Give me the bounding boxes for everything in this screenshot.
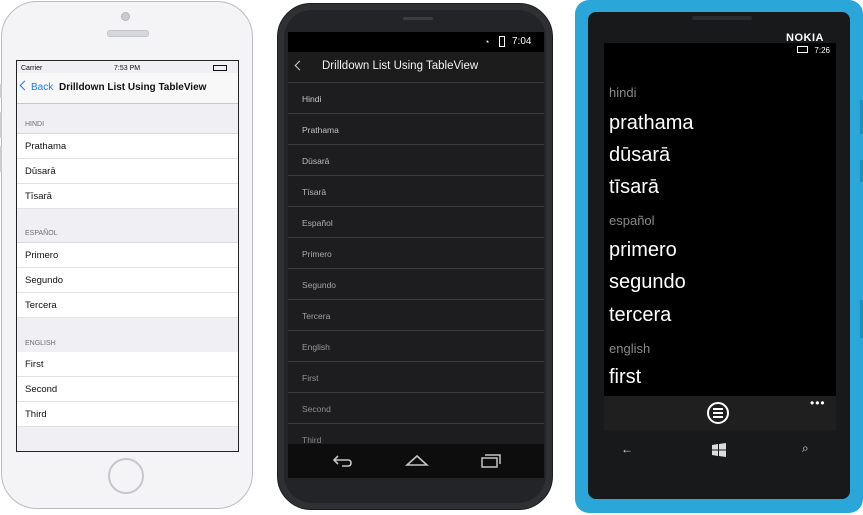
group-header-english: english (609, 341, 651, 356)
table-row[interactable]: Segundo (17, 268, 238, 293)
list-item-label: Tercera (302, 311, 331, 321)
battery-icon (797, 46, 809, 53)
android-action-bar: Drilldown List Using TableView (288, 52, 544, 83)
table-row[interactable]: Tīsarā (17, 184, 238, 209)
row-label: Third (25, 409, 47, 420)
list-item-label: Dūsarā (302, 156, 330, 166)
row-label: Segundo (25, 275, 64, 286)
row-label: Primero (25, 250, 59, 261)
page-title: Drilldown List Using TableView (322, 60, 479, 72)
list-item[interactable]: segundo (609, 271, 686, 294)
ios-navigation-bar: Back Drilldown List Using TableView (17, 73, 238, 104)
section-header-hindi: HINDI (25, 121, 45, 128)
table-row[interactable]: Prathama (17, 134, 238, 159)
back-icon[interactable] (332, 452, 354, 468)
windows-start-icon[interactable] (712, 443, 726, 457)
list-item[interactable]: Primero (288, 238, 544, 269)
table-row[interactable]: Tercera (17, 293, 238, 318)
list-item[interactable]: Hindi (288, 83, 544, 114)
list-item-label: Tīsarā (302, 187, 327, 197)
list-item[interactable]: Tercera (288, 300, 544, 331)
status-time: 7:04 (512, 36, 532, 47)
row-label: First (25, 359, 44, 370)
list-item[interactable]: Second (288, 393, 544, 424)
list-item[interactable]: First (288, 362, 544, 393)
chevron-left-icon (19, 80, 30, 91)
status-time: 7:26 (814, 46, 830, 55)
wifi-icon: ◔ (484, 37, 490, 47)
group-header-hindi: hindi (609, 85, 637, 100)
iphone-front-camera (121, 12, 130, 21)
table-row[interactable]: Second (17, 377, 238, 402)
wp-status-bar: 7:26 (797, 46, 830, 55)
list-item[interactable]: tercera (609, 304, 671, 327)
battery-icon (499, 36, 505, 47)
android-earpiece (403, 17, 433, 20)
list-item-label: Prathama (302, 125, 339, 135)
android-screen: ◔ 7:04 Drilldown List Using TableView Hi… (288, 32, 544, 478)
list-item[interactable]: Español (288, 207, 544, 238)
iphone-volume-down (0, 146, 2, 172)
list-item-label: Segundo (302, 280, 337, 290)
back-button-label: Back (31, 82, 54, 93)
list-item-label: First (302, 373, 319, 383)
row-label: Second (25, 384, 58, 395)
lumia-earpiece (692, 16, 752, 20)
list-item[interactable]: prathama (609, 112, 694, 135)
wp-application-bar: ••• (604, 396, 836, 430)
list-item[interactable]: Segundo (288, 269, 544, 300)
iphone-volume-up (0, 112, 2, 138)
list-item[interactable]: English (288, 331, 544, 362)
status-time: 7:53 PM (114, 65, 141, 72)
list-item[interactable]: dūsarā (609, 144, 670, 167)
row-label: Prathama (25, 141, 67, 152)
hardware-back-icon[interactable]: ← (621, 442, 633, 456)
battery-icon (213, 65, 227, 71)
list-item[interactable]: tīsarā (609, 176, 659, 199)
chevron-left-icon[interactable] (294, 60, 305, 71)
page-title: Drilldown List Using TableView (59, 82, 207, 93)
iphone-earpiece (107, 30, 149, 37)
section-header-espanol: ESPAÑOL (25, 230, 58, 237)
list-item-label: Primero (302, 249, 332, 259)
table-row[interactable]: Third (17, 402, 238, 427)
list-item[interactable]: Tīsarā (288, 176, 544, 207)
row-label: Tercera (25, 300, 57, 311)
group-header-espanol: español (609, 213, 655, 228)
recent-apps-icon[interactable] (480, 453, 502, 469)
list-item[interactable]: Prathama (288, 114, 544, 145)
home-icon[interactable] (404, 453, 430, 467)
list-item[interactable]: first (609, 366, 641, 389)
android-status-bar: ◔ 7:04 (288, 32, 544, 52)
windows-phone-screen: 7:26 hindi prathama dūsarā tīsarā españo… (604, 43, 836, 396)
row-label: Dūsarā (25, 166, 56, 177)
list-item[interactable]: primero (609, 239, 677, 262)
carrier-label: Carrier (21, 65, 43, 72)
ios-screen: Carrier 7:53 PM Back Drilldown List Usin… (16, 60, 239, 452)
back-button[interactable]: Back (19, 80, 54, 93)
iphone-mute-switch (0, 84, 2, 98)
list-item-label: English (302, 342, 330, 352)
row-label: Tīsarā (25, 191, 52, 202)
android-navigation-bar (288, 444, 544, 478)
table-row[interactable]: First (17, 352, 238, 377)
iphone-home-button[interactable] (108, 458, 144, 494)
section-header-english: ENGLISH (25, 340, 56, 347)
list-item-label: Español (302, 218, 333, 228)
list-item-label: Hindi (302, 94, 322, 104)
list-item-label: Second (302, 404, 331, 414)
table-row[interactable]: Dūsarā (17, 159, 238, 184)
list-item[interactable]: Dūsarā (288, 145, 544, 176)
search-icon[interactable]: ⌕ (802, 441, 809, 456)
table-row[interactable]: Primero (17, 243, 238, 268)
more-options-icon[interactable]: ••• (810, 396, 826, 410)
list-menu-icon[interactable] (707, 402, 729, 424)
